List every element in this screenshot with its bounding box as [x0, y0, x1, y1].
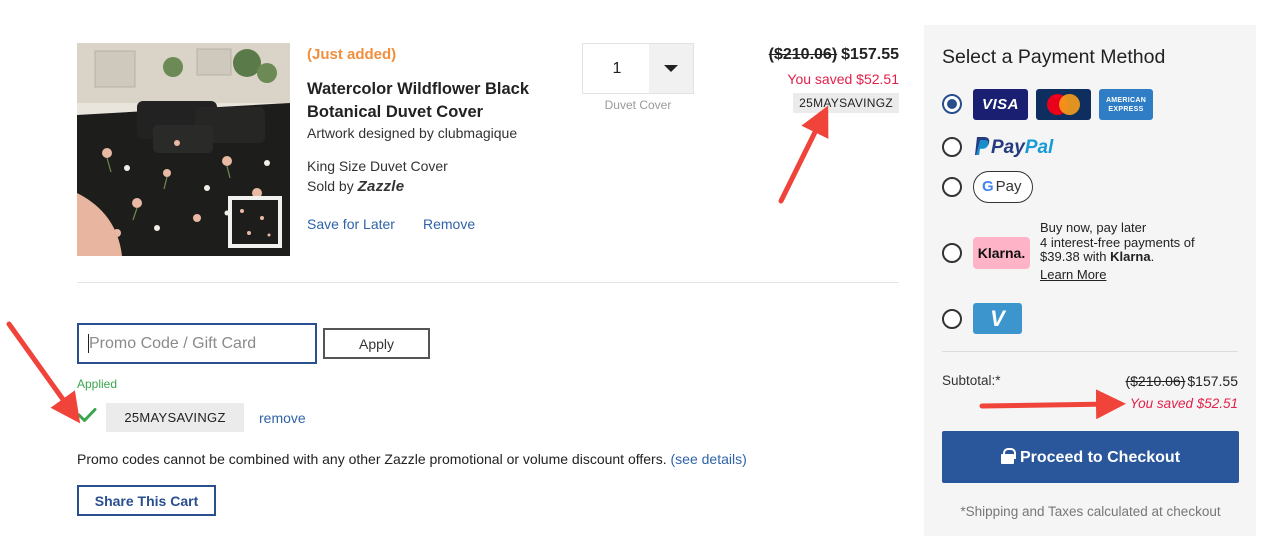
visa-icon: VISA: [973, 89, 1028, 120]
quantity-select[interactable]: 1: [582, 43, 694, 94]
text-cursor: [88, 334, 89, 353]
klarna-description: Buy now, pay later 4 interest-free payme…: [1040, 220, 1240, 283]
item-promo-code-chip: 25MAYSAVINGZ: [793, 93, 899, 113]
proceed-to-checkout-button[interactable]: Proceed to Checkout: [942, 431, 1239, 483]
quantity-label: Duvet Cover: [604, 98, 672, 112]
klarna-logo: Klarna.: [973, 237, 1030, 269]
klarna-learn-more-link[interactable]: Learn More: [1040, 267, 1106, 283]
divider: [77, 282, 899, 283]
item-price: ($210.06) $157.55: [769, 46, 899, 64]
subtotal-original: ($210.06): [1125, 373, 1186, 389]
quantity-dropdown-button[interactable]: [649, 44, 693, 93]
paypal-icon: [975, 137, 990, 155]
sold-by: Sold by Zazzle: [307, 178, 404, 195]
payment-method-title: Select a Payment Method: [942, 46, 1166, 68]
duvet-cover-illustration: [77, 43, 290, 256]
mastercard-icon: [1036, 89, 1091, 120]
klarna-line-2: 4 interest-free payments of: [1040, 234, 1195, 250]
product-image[interactable]: [77, 43, 290, 256]
payment-panel: Select a Payment Method VISA AMERICAN EX…: [924, 25, 1256, 536]
item-original-price: ($210.06): [768, 46, 838, 63]
google-pay-text: Pay: [995, 178, 1022, 195]
promo-code-input[interactable]: [79, 325, 315, 362]
subtotal-label: Subtotal:*: [942, 373, 1001, 388]
applied-promo-code: 25MAYSAVINGZ: [106, 403, 244, 432]
radio-klarna[interactable]: [942, 243, 962, 263]
promo-disclaimer-text: Promo codes cannot be combined with any …: [77, 451, 667, 467]
divider: [942, 351, 1238, 352]
subtotal-value: ($210.06) $157.55: [1125, 373, 1238, 389]
klarna-brand: Klarna: [1110, 249, 1151, 264]
venmo-icon: V: [973, 303, 1022, 334]
product-artist: Artwork designed by clubmagique: [307, 125, 518, 141]
product-title[interactable]: Watercolor Wildflower Black Botanical Du…: [307, 78, 567, 124]
quantity-value: 1: [612, 60, 622, 77]
sold-by-prefix: Sold by: [307, 178, 354, 194]
see-details-link[interactable]: (see details): [671, 451, 747, 467]
promo-disclaimer: Promo codes cannot be combined with any …: [77, 451, 747, 467]
save-for-later-link[interactable]: Save for Later: [307, 216, 395, 232]
paypal-logo: PayPal: [973, 136, 1053, 159]
radio-venmo[interactable]: [942, 309, 962, 329]
share-cart-button[interactable]: Share This Cart: [77, 485, 216, 516]
google-pay-logo: G Pay: [973, 171, 1033, 203]
remove-item-link[interactable]: Remove: [423, 216, 475, 232]
radio-paypal[interactable]: [942, 137, 962, 157]
sold-by-brand: Zazzle: [357, 178, 405, 195]
item-savings: You saved $52.51: [787, 71, 899, 87]
remove-promo-link[interactable]: remove: [259, 410, 306, 426]
apply-promo-button[interactable]: Apply: [323, 328, 430, 359]
just-added-label: (Just added): [307, 46, 397, 63]
arrow-to-applied-code: [6, 321, 81, 424]
lock-icon: [1000, 447, 1016, 464]
subtotal-savings: You saved $52.51: [1129, 396, 1238, 411]
product-size: King Size Duvet Cover: [307, 158, 448, 174]
item-sale-price: $157.55: [841, 46, 899, 63]
promo-applied-status: Applied: [77, 377, 118, 391]
subtotal-amount: $157.55: [1187, 373, 1238, 389]
amex-icon: AMERICAN EXPRESS: [1099, 89, 1153, 120]
checkmark-icon: [77, 408, 97, 422]
shipping-note: *Shipping and Taxes calculated at checko…: [960, 504, 1221, 519]
google-g-icon: G: [982, 178, 994, 195]
klarna-line-3: $39.38 with: [1040, 249, 1107, 264]
klarna-line-1: Buy now, pay later: [1040, 220, 1147, 235]
chevron-down-icon: [664, 65, 678, 72]
paypal-pal: Pal: [1024, 137, 1054, 158]
paypal-pay: Pay: [991, 137, 1025, 158]
checkout-label: Proceed to Checkout: [1019, 448, 1181, 466]
radio-credit-card[interactable]: [942, 94, 962, 114]
radio-google-pay[interactable]: [942, 177, 962, 197]
arrow-to-item-code: [778, 105, 829, 204]
promo-code-field[interactable]: [77, 323, 317, 364]
